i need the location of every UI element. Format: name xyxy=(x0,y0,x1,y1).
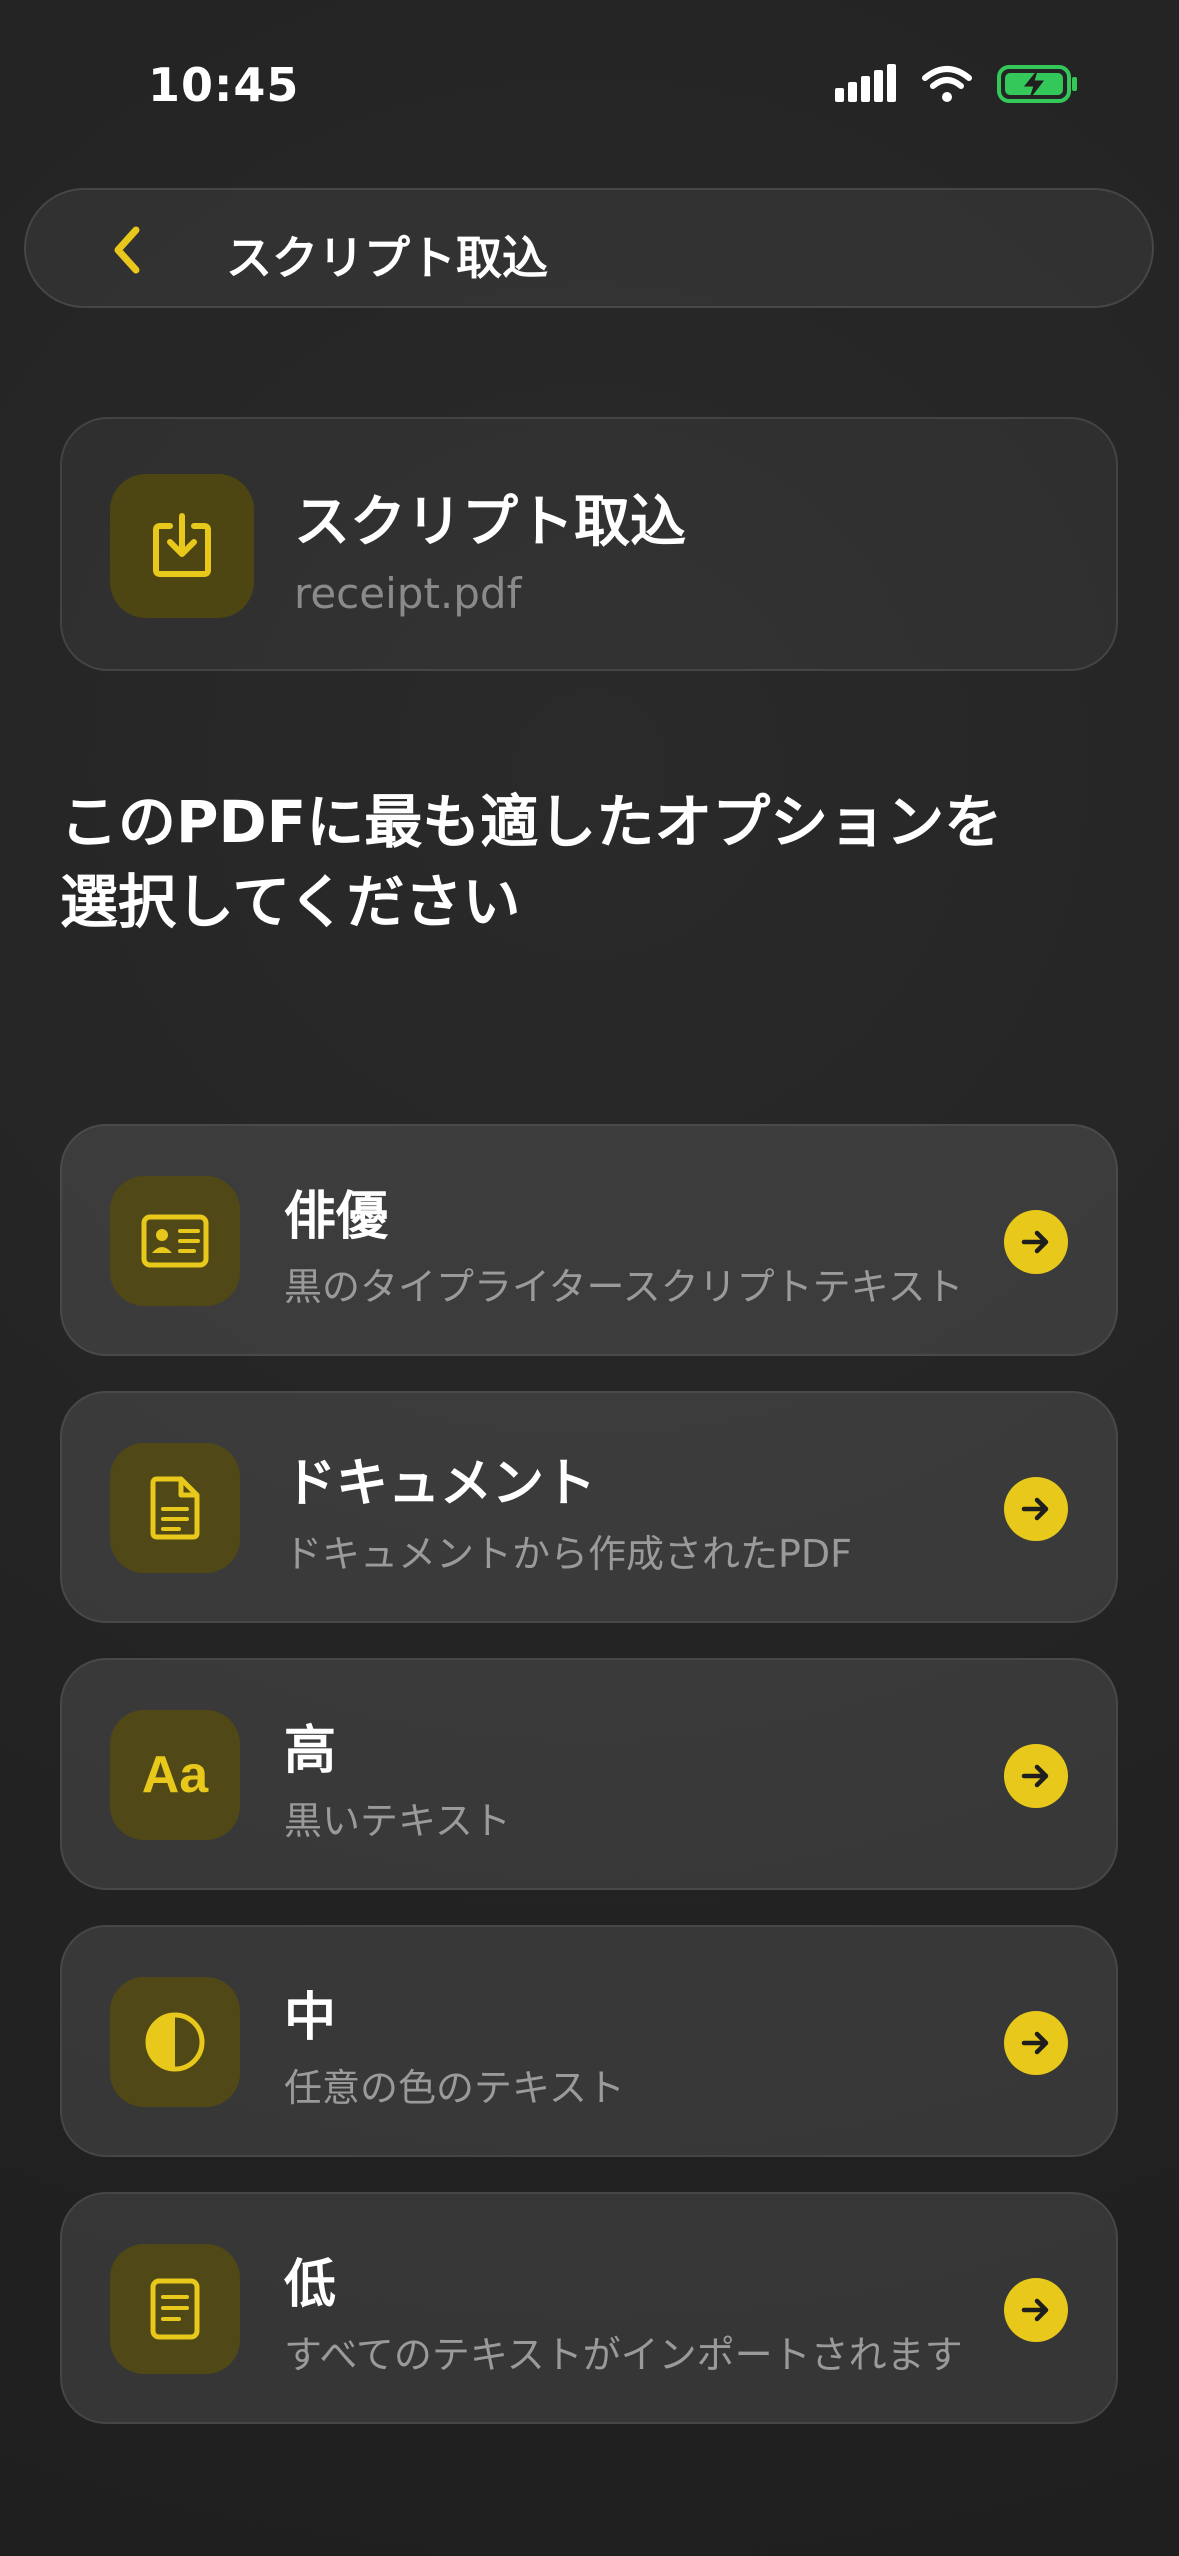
back-button[interactable] xyxy=(96,220,156,280)
file-card-title: スクリプト取込 xyxy=(294,490,686,555)
document-icon xyxy=(150,1476,200,1540)
id-card-icon xyxy=(141,1214,209,1268)
arrow-right-icon xyxy=(1004,1744,1068,1808)
option-title: 中 xyxy=(284,1988,337,2048)
battery-charging-icon xyxy=(997,64,1079,108)
option-title: 俳優 xyxy=(284,1187,389,1247)
note-icon xyxy=(150,2278,200,2340)
prompt-line-2: 選択してください xyxy=(60,868,521,936)
half-circle-icon xyxy=(145,2012,205,2072)
prompt-line-1: このPDFに最も適したオプションを xyxy=(60,788,1003,856)
arrow-right-icon xyxy=(1004,2011,1068,2075)
text-aa-icon: Aa xyxy=(141,1746,209,1804)
option-title: 低 xyxy=(284,2255,337,2315)
file-name: receipt.pdf xyxy=(294,569,522,618)
status-time: 10:45 xyxy=(148,58,300,112)
option-description: 任意の色のテキスト xyxy=(284,2066,625,2110)
screen: 10:45 スクリプト取込 スクリプト取込 receipt.pdf このPDFに… xyxy=(0,0,1179,2556)
option-icon-tile xyxy=(110,1443,240,1573)
option-document[interactable]: ドキュメント ドキュメントから作成されたPDF xyxy=(60,1391,1118,1623)
status-bar: 10:45 xyxy=(0,0,1179,170)
navigation-bar: スクリプト取込 xyxy=(24,188,1154,308)
import-icon xyxy=(153,513,211,577)
option-icon-tile: Aa xyxy=(110,1710,240,1840)
option-description: ドキュメントから作成されたPDF xyxy=(284,1532,853,1576)
cellular-signal-icon xyxy=(833,64,897,108)
option-description: すべてのテキストがインポートされます xyxy=(284,2333,963,2377)
option-icon-tile xyxy=(110,2244,240,2374)
status-icons xyxy=(833,64,1079,108)
arrow-right-icon xyxy=(1004,1210,1068,1274)
wifi-icon xyxy=(921,64,973,108)
arrow-right-icon xyxy=(1004,1477,1068,1541)
option-icon-tile xyxy=(110,1176,240,1306)
file-info-card: スクリプト取込 receipt.pdf xyxy=(60,417,1118,671)
nav-title: スクリプト取込 xyxy=(226,231,548,285)
arrow-right-icon xyxy=(1004,2278,1068,2342)
option-actor[interactable]: 俳優 黒のタイプライタースクリプトテキスト xyxy=(60,1124,1118,1356)
option-description: 黒いテキスト xyxy=(284,1799,511,1843)
chevron-left-icon xyxy=(114,226,140,274)
option-high[interactable]: Aa 高 黒いテキスト xyxy=(60,1658,1118,1890)
option-low[interactable]: 低 すべてのテキストがインポートされます xyxy=(60,2192,1118,2424)
option-description: 黒のタイプライタースクリプトテキスト xyxy=(284,1265,964,1309)
option-title: 高 xyxy=(284,1721,337,1781)
option-title: ドキュメント xyxy=(284,1454,597,1514)
prompt-heading: このPDFに最も適したオプションを 選択してください xyxy=(60,782,1120,942)
option-icon-tile xyxy=(110,1977,240,2107)
import-icon-tile xyxy=(110,474,254,618)
option-medium[interactable]: 中 任意の色のテキスト xyxy=(60,1925,1118,2157)
